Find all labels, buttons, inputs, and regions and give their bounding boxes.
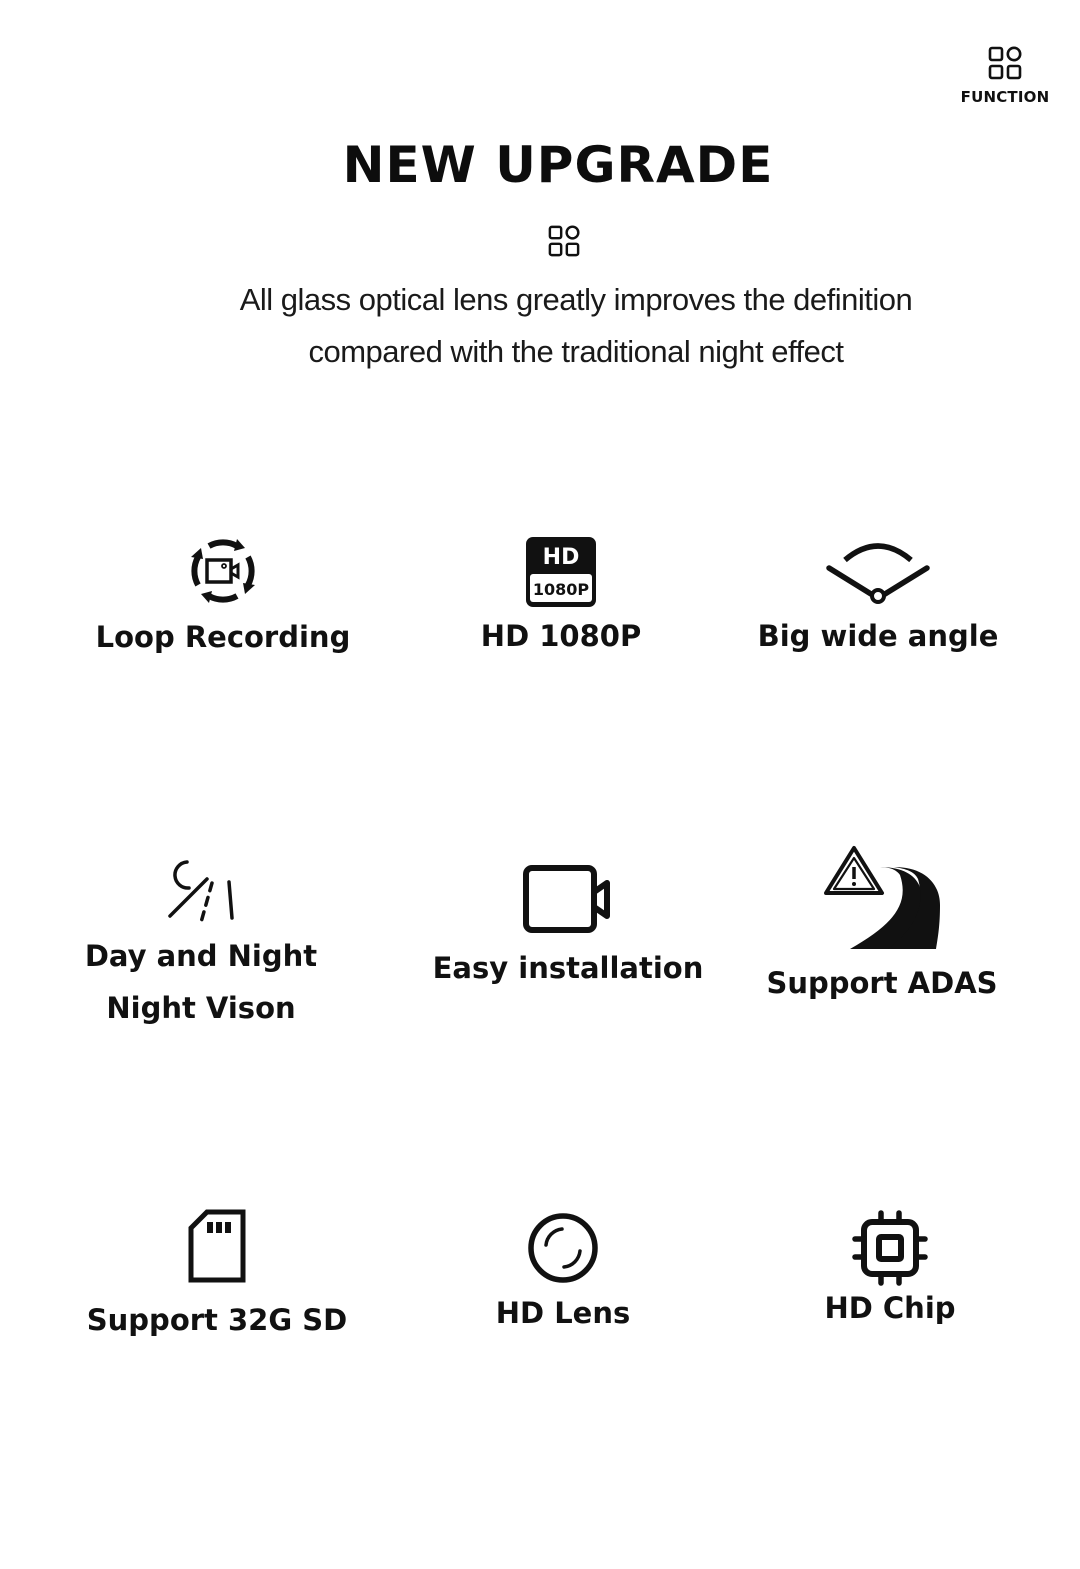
grid-icon bbox=[988, 46, 1022, 80]
feature-hd-lens: HD Lens bbox=[413, 1211, 713, 1341]
feature-day-night: Day and Night Night Vison bbox=[51, 858, 351, 1036]
feature-label: Big wide angle bbox=[757, 619, 999, 653]
feature-label: Loop Recording bbox=[95, 620, 351, 654]
feature-adas: Support ADAS bbox=[732, 845, 1032, 1011]
function-badge[interactable]: FUNCTION bbox=[950, 46, 1060, 106]
hd-1080p-icon: HD 1080P bbox=[526, 537, 596, 607]
feature-label: HD Chip bbox=[824, 1291, 956, 1325]
function-label: FUNCTION bbox=[960, 88, 1050, 106]
resolution-badge-text: 1080P bbox=[533, 580, 590, 599]
grid-icon bbox=[548, 225, 580, 257]
feature-label: Support 32G SD bbox=[86, 1303, 348, 1337]
feature-label: Day and Night Night Vison bbox=[51, 928, 351, 1036]
feature-label: HD Lens bbox=[495, 1296, 631, 1330]
adas-road-warning-icon bbox=[824, 846, 940, 949]
feature-label: HD 1080P bbox=[480, 619, 642, 653]
feature-label-line-1: Day and Night bbox=[84, 939, 318, 973]
subtitle: All glass optical lens greatly improves … bbox=[0, 274, 1080, 378]
feature-hd-1080p: HD 1080P HD 1080P bbox=[411, 536, 711, 664]
wide-angle-icon bbox=[826, 543, 930, 604]
hd-badge-text: HD bbox=[543, 545, 580, 570]
feature-label: Support ADAS bbox=[766, 966, 998, 1000]
feature-label-line-2: Night Vison bbox=[106, 991, 296, 1025]
subtitle-line-2: compared with the traditional night effe… bbox=[308, 334, 844, 369]
feature-hd-chip: HD Chip bbox=[740, 1210, 1040, 1336]
feature-easy-installation: Easy installation bbox=[418, 864, 718, 996]
feature-label: Easy installation bbox=[432, 951, 704, 985]
day-night-icon bbox=[168, 860, 234, 928]
title-grid-icon bbox=[548, 225, 580, 262]
feature-32g-sd: Support 32G SD bbox=[67, 1208, 367, 1348]
feature-loop-recording: Loop Recording bbox=[73, 535, 373, 665]
sd-card-icon bbox=[188, 1209, 246, 1283]
lens-icon bbox=[528, 1213, 598, 1283]
loop-recording-icon bbox=[191, 539, 255, 603]
page-title: NEW UPGRADE bbox=[342, 136, 774, 194]
video-camera-icon bbox=[523, 865, 610, 933]
feature-wide-angle: Big wide angle bbox=[728, 540, 1028, 664]
chip-icon bbox=[852, 1210, 928, 1286]
subtitle-line-1: All glass optical lens greatly improves … bbox=[239, 282, 913, 317]
